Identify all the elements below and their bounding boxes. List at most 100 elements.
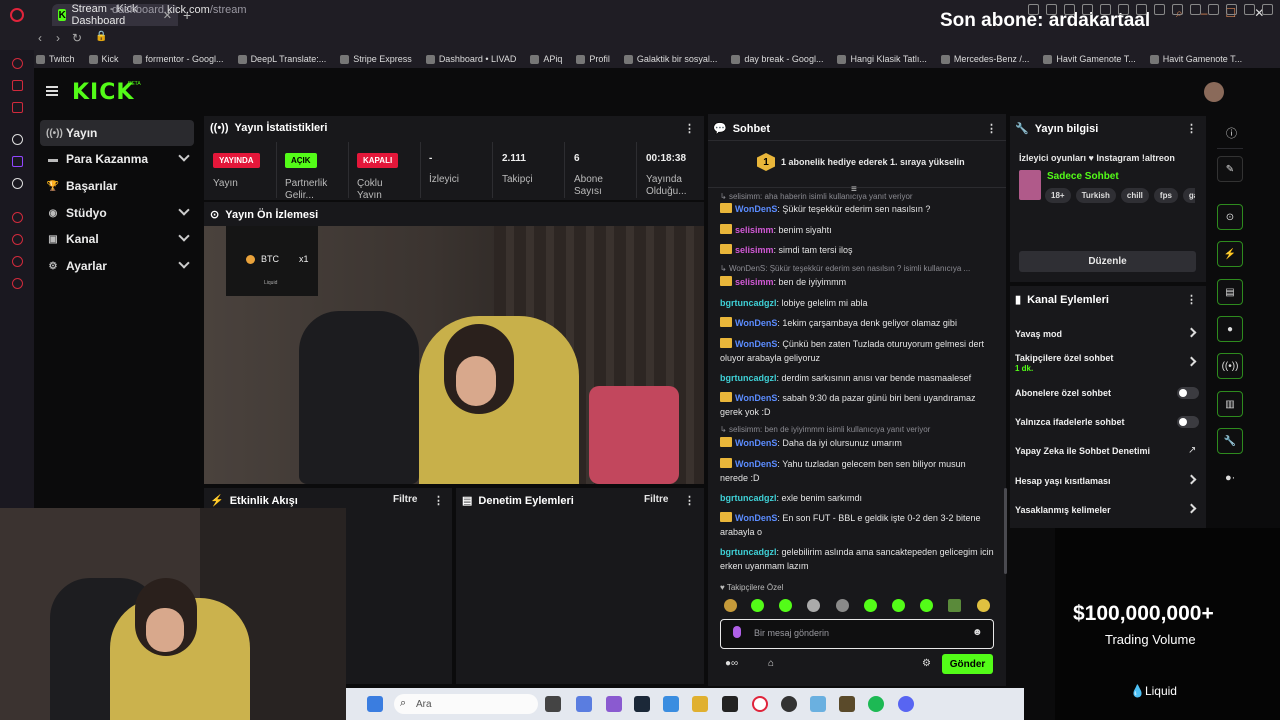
chat-username[interactable]: bgrtuncadgzl: [720, 547, 777, 557]
chat-username[interactable]: selisimm: [735, 245, 774, 255]
more-icon[interactable]: ⋮: [684, 122, 695, 135]
emote[interactable]: [948, 599, 961, 612]
nav-item-yayin[interactable]: ((•)) Yayın: [40, 120, 194, 146]
chat-username[interactable]: WonDenS: [735, 318, 777, 328]
bookmark-item[interactable]: Dashboard • LIVAD: [425, 54, 516, 64]
send-button[interactable]: Gönder: [942, 654, 993, 674]
store-icon[interactable]: ⌂: [768, 658, 774, 669]
settings-icon[interactable]: [12, 278, 23, 289]
chat-scrollbar[interactable]: [1004, 488, 1007, 574]
subscribers-only-toggle[interactable]: [1177, 387, 1199, 399]
stats-toggle-icon[interactable]: ((•)): [1217, 353, 1243, 379]
bookmark-item[interactable]: Kick: [88, 54, 119, 64]
more-icon[interactable]: ⋮: [986, 122, 997, 135]
chat-username[interactable]: WonDenS: [735, 513, 777, 523]
windows-start-icon[interactable]: [367, 696, 383, 712]
action-account-age[interactable]: Hesap yaşı kısıtlaması: [1015, 476, 1111, 486]
taskbar-search[interactable]: Ara: [394, 694, 538, 714]
task-view-icon[interactable]: [545, 696, 561, 712]
moderation-filter-button[interactable]: Filtre: [644, 494, 668, 505]
pencil-icon[interactable]: ✎: [1217, 156, 1243, 182]
action-ai-moderation[interactable]: Yapay Zeka ile Sohbet Denetimi: [1015, 446, 1150, 456]
nav-item-studyo[interactable]: ◉ Stüdyo: [40, 200, 194, 226]
clock-icon[interactable]: [12, 234, 23, 245]
url-field[interactable]: dashboard.kick.com/stream: [112, 4, 247, 16]
messenger-icon[interactable]: [12, 80, 23, 91]
emote[interactable]: [864, 599, 877, 612]
emote[interactable]: [920, 599, 933, 612]
bookmark-item[interactable]: Hangi Klasik Tatlı...: [837, 54, 927, 64]
reload-icon[interactable]: ↻: [72, 31, 82, 45]
bookmark-item[interactable]: Galaktik bir sosyal...: [623, 54, 717, 64]
moderation-toggle-icon[interactable]: ▤: [1217, 279, 1243, 305]
microphone-icon[interactable]: [733, 626, 741, 638]
bookmark-item[interactable]: Profil: [576, 54, 610, 64]
emote-only-toggle[interactable]: [1177, 416, 1199, 428]
emote[interactable]: [977, 599, 990, 612]
nav-item-kanal[interactable]: ▣ Kanal: [40, 226, 194, 252]
chat-username[interactable]: WonDenS: [735, 438, 777, 448]
action-slow-mode[interactable]: Yavaş mod: [1015, 329, 1062, 339]
app-icon[interactable]: [839, 696, 855, 712]
kick-logo[interactable]: KICK: [72, 80, 134, 105]
rockstar-icon[interactable]: [722, 696, 738, 712]
bookmark-item[interactable]: APiq: [530, 54, 562, 64]
edit-button[interactable]: Düzenle: [1019, 251, 1196, 272]
chat-username[interactable]: WonDenS: [735, 204, 777, 214]
chat-username[interactable]: bgrtuncadgzl: [720, 373, 777, 383]
nav-item-basarilar[interactable]: 🏆 Başarılar: [40, 173, 194, 199]
more-icon[interactable]: ⋮: [1186, 122, 1197, 135]
kick-sidebar-icon[interactable]: [12, 134, 23, 145]
info-icon[interactable]: ⓘ: [1226, 125, 1237, 141]
chat-username[interactable]: selisimm: [735, 225, 774, 235]
bookmark-item[interactable]: Mercedes-Benz /...: [940, 54, 1029, 64]
bookmark-item[interactable]: Havit Gamenote T...: [1149, 54, 1242, 64]
more-icon[interactable]: ⋮: [684, 494, 695, 507]
activity-filter-button[interactable]: Filtre: [393, 494, 417, 505]
snipping-icon[interactable]: [606, 696, 622, 712]
emote[interactable]: [724, 599, 737, 612]
spotify-icon[interactable]: [868, 696, 884, 712]
youtube-icon[interactable]: [12, 102, 23, 113]
preview-toggle-icon[interactable]: ⊙: [1217, 204, 1243, 230]
opera-taskbar-icon[interactable]: [752, 696, 768, 712]
store-app-icon[interactable]: [663, 696, 679, 712]
bookmark-item[interactable]: Stripe Express: [340, 54, 412, 64]
opera-logo-icon[interactable]: [10, 8, 24, 22]
app-icon[interactable]: [810, 696, 826, 712]
emote[interactable]: [836, 599, 849, 612]
more-icon[interactable]: ⋮: [1186, 293, 1197, 306]
stream-preview-video[interactable]: BTC x1 Liquid: [204, 226, 704, 484]
action-followers-only[interactable]: Takipçilere özel sohbet: [1015, 353, 1113, 363]
more-icon[interactable]: ⋮: [433, 494, 444, 507]
bookmark-item[interactable]: Twitch: [36, 54, 75, 64]
extension-icons[interactable]: [1028, 4, 1280, 15]
chat-username[interactable]: bgrtuncadgzl: [720, 298, 777, 308]
aria-icon[interactable]: [12, 58, 23, 69]
x-icon[interactable]: [12, 178, 23, 189]
emote[interactable]: [751, 599, 764, 612]
info-toggle-icon[interactable]: 🔧: [1217, 428, 1243, 454]
avatar[interactable]: [1204, 82, 1224, 102]
emote[interactable]: [892, 599, 905, 612]
steam-icon[interactable]: [634, 696, 650, 712]
history-icon[interactable]: [12, 212, 23, 223]
bookmark-item[interactable]: DeepL Translate:...: [237, 54, 326, 64]
points-icon[interactable]: ●·: [1225, 472, 1235, 484]
back-icon[interactable]: ‹: [38, 31, 42, 45]
bookmark-item[interactable]: day break - Googl...: [731, 54, 823, 64]
chat-username[interactable]: WonDenS: [735, 393, 777, 403]
chat-toggle-icon[interactable]: ●: [1217, 316, 1243, 342]
kick-points-icon[interactable]: ●∞: [725, 658, 738, 669]
extensions-icon[interactable]: [12, 256, 23, 267]
bookmark-item[interactable]: Havit Gamenote T...: [1043, 54, 1136, 64]
obs-icon[interactable]: [781, 696, 797, 712]
activity-toggle-icon[interactable]: ⚡: [1217, 241, 1243, 267]
emoji-icon[interactable]: ☻: [972, 627, 983, 638]
action-banned-words[interactable]: Yasaklanmış kelimeler: [1015, 505, 1111, 515]
forward-icon[interactable]: ›: [56, 31, 60, 45]
nav-item-para-kazanma[interactable]: ▬ Para Kazanma: [40, 146, 194, 172]
bookmark-item[interactable]: formentor - Googl...: [132, 54, 224, 64]
category-link[interactable]: Sadece Sohbet: [1047, 171, 1119, 182]
discord-icon[interactable]: [898, 696, 914, 712]
